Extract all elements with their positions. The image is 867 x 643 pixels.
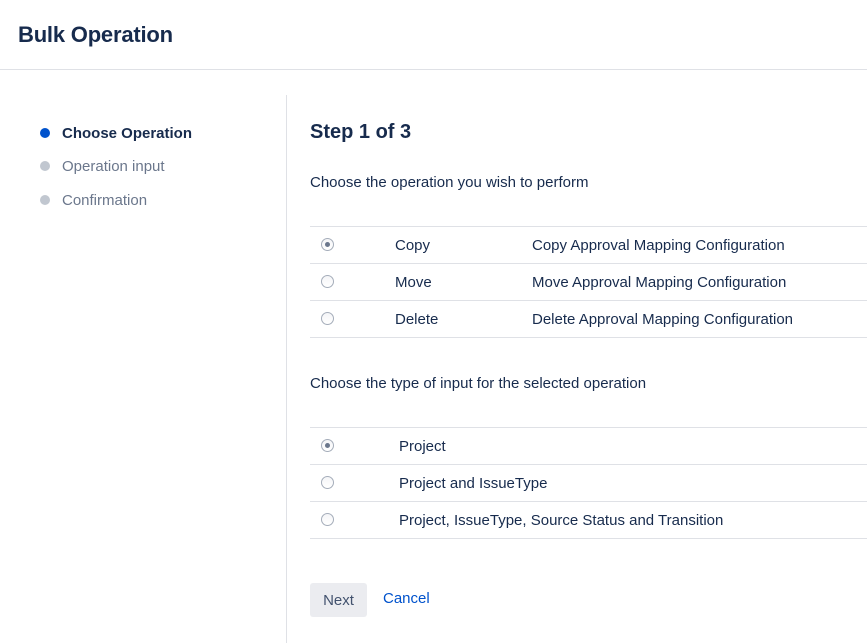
next-button[interactable]: Next — [310, 583, 367, 617]
operation-row-delete[interactable]: Delete Delete Approval Mapping Configura… — [310, 301, 867, 338]
input-type-label: Project and IssueType — [399, 475, 548, 492]
step-confirmation: Confirmation — [40, 190, 147, 210]
operation-description: Copy Approval Mapping Configuration — [532, 237, 785, 254]
page-title: Bulk Operation — [18, 22, 173, 47]
step-operation-input: Operation input — [40, 156, 165, 176]
operation-description: Move Approval Mapping Configuration — [532, 274, 787, 291]
input-type-prompt: Choose the type of input for the selecte… — [310, 375, 647, 392]
step-active-dot-icon — [40, 128, 50, 138]
input-type-radio-full[interactable] — [321, 513, 334, 526]
input-type-label: Project — [399, 438, 446, 455]
operation-name: Move — [395, 274, 432, 291]
operation-description: Delete Approval Mapping Configuration — [532, 311, 793, 328]
input-type-row-full[interactable]: Project, IssueType, Source Status and Tr… — [310, 502, 867, 539]
page-header: Bulk Operation — [0, 0, 867, 70]
input-type-label: Project, IssueType, Source Status and Tr… — [399, 512, 724, 529]
operation-radio-move[interactable] — [321, 275, 334, 288]
operation-row-copy[interactable]: Copy Copy Approval Mapping Configuration — [310, 227, 867, 264]
operation-name: Copy — [395, 237, 431, 254]
step-label: Operation input — [62, 157, 165, 175]
operation-prompt: Choose the operation you wish to perform — [310, 174, 589, 191]
operation-radio-delete[interactable] — [321, 312, 334, 325]
input-type-radio-project[interactable] — [321, 439, 334, 452]
operation-radio-copy[interactable] — [321, 238, 334, 251]
cancel-button[interactable]: Cancel — [383, 590, 430, 607]
operation-table: Copy Copy Approval Mapping Configuration… — [310, 226, 867, 338]
operation-name: Delete — [395, 311, 439, 328]
input-type-row-project-issuetype[interactable]: Project and IssueType — [310, 465, 867, 502]
step-inactive-dot-icon — [40, 161, 50, 171]
sidebar-divider — [286, 95, 287, 643]
step-inactive-dot-icon — [40, 195, 50, 205]
step-label: Confirmation — [62, 191, 148, 209]
operation-row-move[interactable]: Move Move Approval Mapping Configuration — [310, 264, 867, 301]
step-title: Step 1 of 3 — [310, 121, 412, 143]
step-choose-operation: Choose Operation — [40, 123, 192, 143]
step-label: Choose Operation — [62, 124, 193, 142]
input-type-radio-project-issuetype[interactable] — [321, 476, 334, 489]
input-type-table: Project Project and IssueType Project, I… — [310, 427, 867, 539]
input-type-row-project[interactable]: Project — [310, 428, 867, 465]
